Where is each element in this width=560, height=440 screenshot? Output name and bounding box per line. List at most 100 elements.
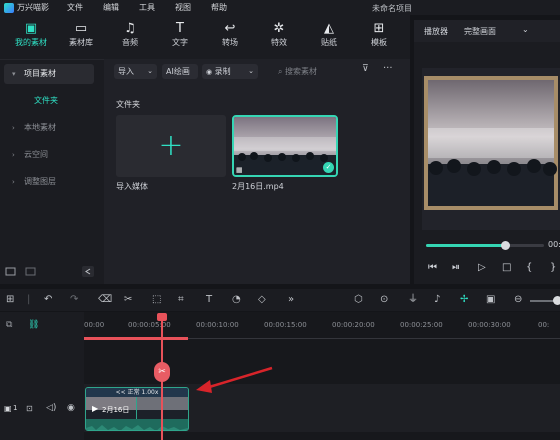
menu-file[interactable]: 文件 — [67, 2, 83, 13]
tab-label: 文字 — [172, 38, 188, 47]
app-name: 万兴喵影 — [17, 3, 49, 12]
mute-icon[interactable]: ◁) — [46, 403, 56, 413]
chevron-right-icon: › — [12, 151, 15, 159]
quality-dropdown[interactable]: 完整画面 — [464, 26, 496, 37]
player-scrubber[interactable] — [426, 241, 544, 250]
ruler-label: 00:00:30:00 — [468, 321, 511, 329]
chevron-right-icon: › — [12, 124, 15, 132]
play-icon: ▶ — [92, 404, 99, 413]
chevron-down-icon: ⌄ — [147, 67, 153, 75]
tab-stock-library[interactable]: ▭ 素材库 — [64, 21, 98, 48]
asset-toolbar: ▣ 我的素材 ▭ 素材库 ♫ 音频 T 文字 ↩ 转场 ✲ 特效 ◭ 贴纸 ⊞ — [0, 15, 410, 59]
track-manager-icon[interactable]: ⧉ — [6, 320, 12, 330]
video-preview — [422, 68, 560, 230]
delete-icon[interactable]: ⌫ — [98, 293, 112, 307]
link-icon[interactable]: ⛓ — [28, 320, 39, 330]
filter-icon[interactable]: ⊽ — [362, 64, 369, 74]
player-time: 00: — [548, 240, 560, 249]
folder-icon[interactable] — [25, 267, 36, 276]
split-scissors-icon[interactable]: ✂ — [154, 362, 170, 382]
speed-icon[interactable]: ◔ — [232, 293, 241, 307]
folder-icon[interactable]: ⊡ — [26, 404, 33, 413]
tab-label: 贴纸 — [321, 38, 337, 47]
ai-paint-button[interactable]: AI绘画 — [162, 64, 198, 79]
marker-icon[interactable]: ⊙ — [380, 293, 388, 307]
timeline-toolbar: ⊞ | ↶ ↷ ⌫ ✂ ⬚ ⌗ T ◔ ◇ » ⬡ ⊙ ⏚ ♪ ✢ ▣ ⊖ — [0, 289, 560, 311]
sidebar-item-cloud[interactable]: › 云空间 — [4, 145, 94, 165]
search-box[interactable]: ⌕ 搜索素材 — [278, 64, 348, 79]
time-ruler[interactable]: 00:00 00:00:05:00 00:00:10:00 00:00:15:0… — [84, 318, 560, 340]
library-icon: ▭ — [74, 21, 88, 36]
crop-icon[interactable]: ⌗ — [178, 293, 184, 307]
ruler-label: 00: — [538, 321, 550, 329]
video-clip[interactable]: << 正常 1.00x ▶ 2月16日 — [85, 387, 189, 431]
tab-audio[interactable]: ♫ 音频 — [113, 21, 147, 48]
text-icon[interactable]: T — [206, 293, 212, 307]
eye-icon[interactable]: ◉ — [67, 403, 75, 413]
tab-stickers[interactable]: ◭ 贴纸 — [312, 21, 346, 48]
annotation-arrow-icon — [196, 366, 273, 393]
undo-icon[interactable]: ↶ — [44, 293, 52, 307]
tab-text[interactable]: T 文字 — [163, 21, 197, 48]
chevron-down-icon: ▾ — [12, 70, 16, 78]
picture-icon[interactable]: ▣ — [486, 293, 495, 307]
more-icon[interactable]: ··· — [383, 63, 393, 74]
tab-templates[interactable]: ⊞ 模板 — [362, 21, 396, 48]
record-label: 录制 — [214, 67, 231, 76]
menu-help[interactable]: 帮助 — [211, 2, 227, 13]
checkmark-icon: ✓ — [323, 162, 334, 173]
collapse-panel-icon[interactable] — [82, 266, 94, 277]
waveform-graphic — [86, 425, 188, 430]
mark-out-icon[interactable]: } — [550, 262, 556, 273]
mark-in-icon[interactable]: { — [526, 262, 532, 273]
microphone-icon[interactable]: ⏚ — [408, 293, 418, 307]
tab-effects[interactable]: ✲ 特效 — [262, 21, 296, 48]
stop-icon[interactable]: □ — [502, 262, 511, 273]
layout-icon[interactable]: ⊞ — [6, 293, 14, 307]
video-filename: 2月16日.mp4 — [232, 182, 284, 191]
previous-frame-icon[interactable]: ⏮ — [428, 262, 437, 273]
import-media-tile[interactable]: + — [116, 115, 226, 177]
menu-view[interactable]: 视图 — [175, 2, 191, 13]
select-icon[interactable]: ⬚ — [152, 293, 161, 307]
media-panel: 导入 ⌄ AI绘画 ◉ 录制 ⌄ ⌕ 搜索素材 ⊽ ··· 文件夹 + 导入媒体 — [104, 59, 410, 284]
new-folder-icon[interactable] — [5, 267, 16, 276]
transition-icon: ↩ — [224, 21, 236, 36]
folder-heading: 文件夹 — [116, 100, 140, 109]
video-type-icon: ▦ — [236, 166, 243, 174]
sidebar-item-local-media[interactable]: › 本地素材 — [4, 118, 94, 138]
zoom-slider-handle[interactable] — [553, 296, 560, 305]
ruler-label: 00:00:10:00 — [196, 321, 239, 329]
import-dropdown[interactable]: 导入 ⌄ — [114, 64, 157, 79]
player-tab[interactable]: 播放器 — [424, 26, 448, 37]
render-icon[interactable]: ⬡ — [354, 293, 363, 307]
more-tools-icon[interactable]: » — [288, 293, 294, 307]
video-editor-window: 万兴喵影 文件 编辑 工具 视图 帮助 未命名项目 ▣ 我的素材 ▭ 素材库 ♫… — [0, 0, 560, 440]
menu-edit[interactable]: 编辑 — [103, 2, 119, 13]
tab-label: 音频 — [122, 38, 138, 47]
tab-transition[interactable]: ↩ 转场 — [213, 21, 247, 48]
redo-icon[interactable]: ↷ — [70, 293, 78, 307]
scrubber-handle[interactable] — [501, 241, 511, 250]
record-dropdown[interactable]: ◉ 录制 ⌄ — [202, 64, 258, 79]
sidebar-item-project-media[interactable]: ▾ 项目素材 — [4, 64, 94, 84]
sidebar-item-label: 本地素材 — [24, 123, 56, 132]
tab-my-media[interactable]: ▣ 我的素材 — [14, 21, 48, 48]
sidebar-item-label: 项目素材 — [24, 69, 56, 78]
play-icon[interactable]: ▷ — [478, 262, 486, 273]
video-thumbnail[interactable]: ▦ ✓ — [232, 115, 338, 177]
sticker-icon: ◭ — [324, 21, 334, 36]
voiceover-icon[interactable]: ♪ — [434, 293, 440, 307]
sidebar-item-adjustment-layer[interactable]: › 调整图层 — [4, 172, 94, 192]
sidebar-item-folder[interactable]: 文件夹 — [34, 95, 58, 106]
cut-icon[interactable]: ✂ — [124, 293, 132, 307]
menu-tools[interactable]: 工具 — [139, 2, 155, 13]
keyframe-icon[interactable]: ◇ — [258, 293, 266, 307]
import-media-label: 导入媒体 — [116, 182, 148, 191]
sidebar-item-label: 云空间 — [24, 150, 48, 159]
snap-icon[interactable]: ✢ — [460, 293, 468, 307]
step-play-icon[interactable]: ⏯ — [452, 262, 460, 273]
chevron-down-icon[interactable]: ⌄ — [522, 25, 529, 34]
zoom-out-icon[interactable]: ⊖ — [514, 293, 522, 307]
tab-label: 转场 — [222, 38, 238, 47]
